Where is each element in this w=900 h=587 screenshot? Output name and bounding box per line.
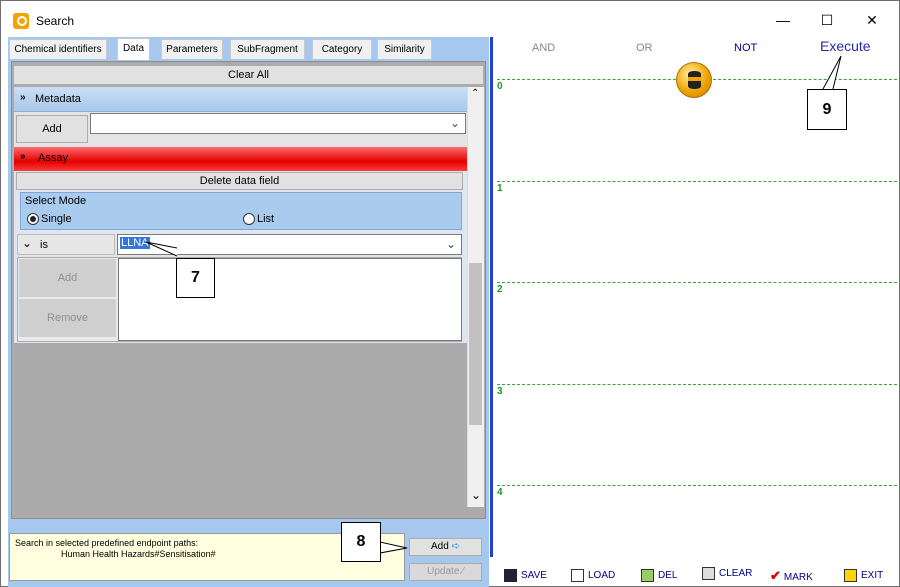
callout-7: 7: [176, 258, 215, 298]
callout-pointers: [145, 55, 842, 554]
callout-9: 9: [807, 89, 847, 130]
search-window: Search — ☐ ✕ Chemical identifiers Data P…: [0, 0, 900, 587]
callout-8: 8: [341, 522, 381, 562]
